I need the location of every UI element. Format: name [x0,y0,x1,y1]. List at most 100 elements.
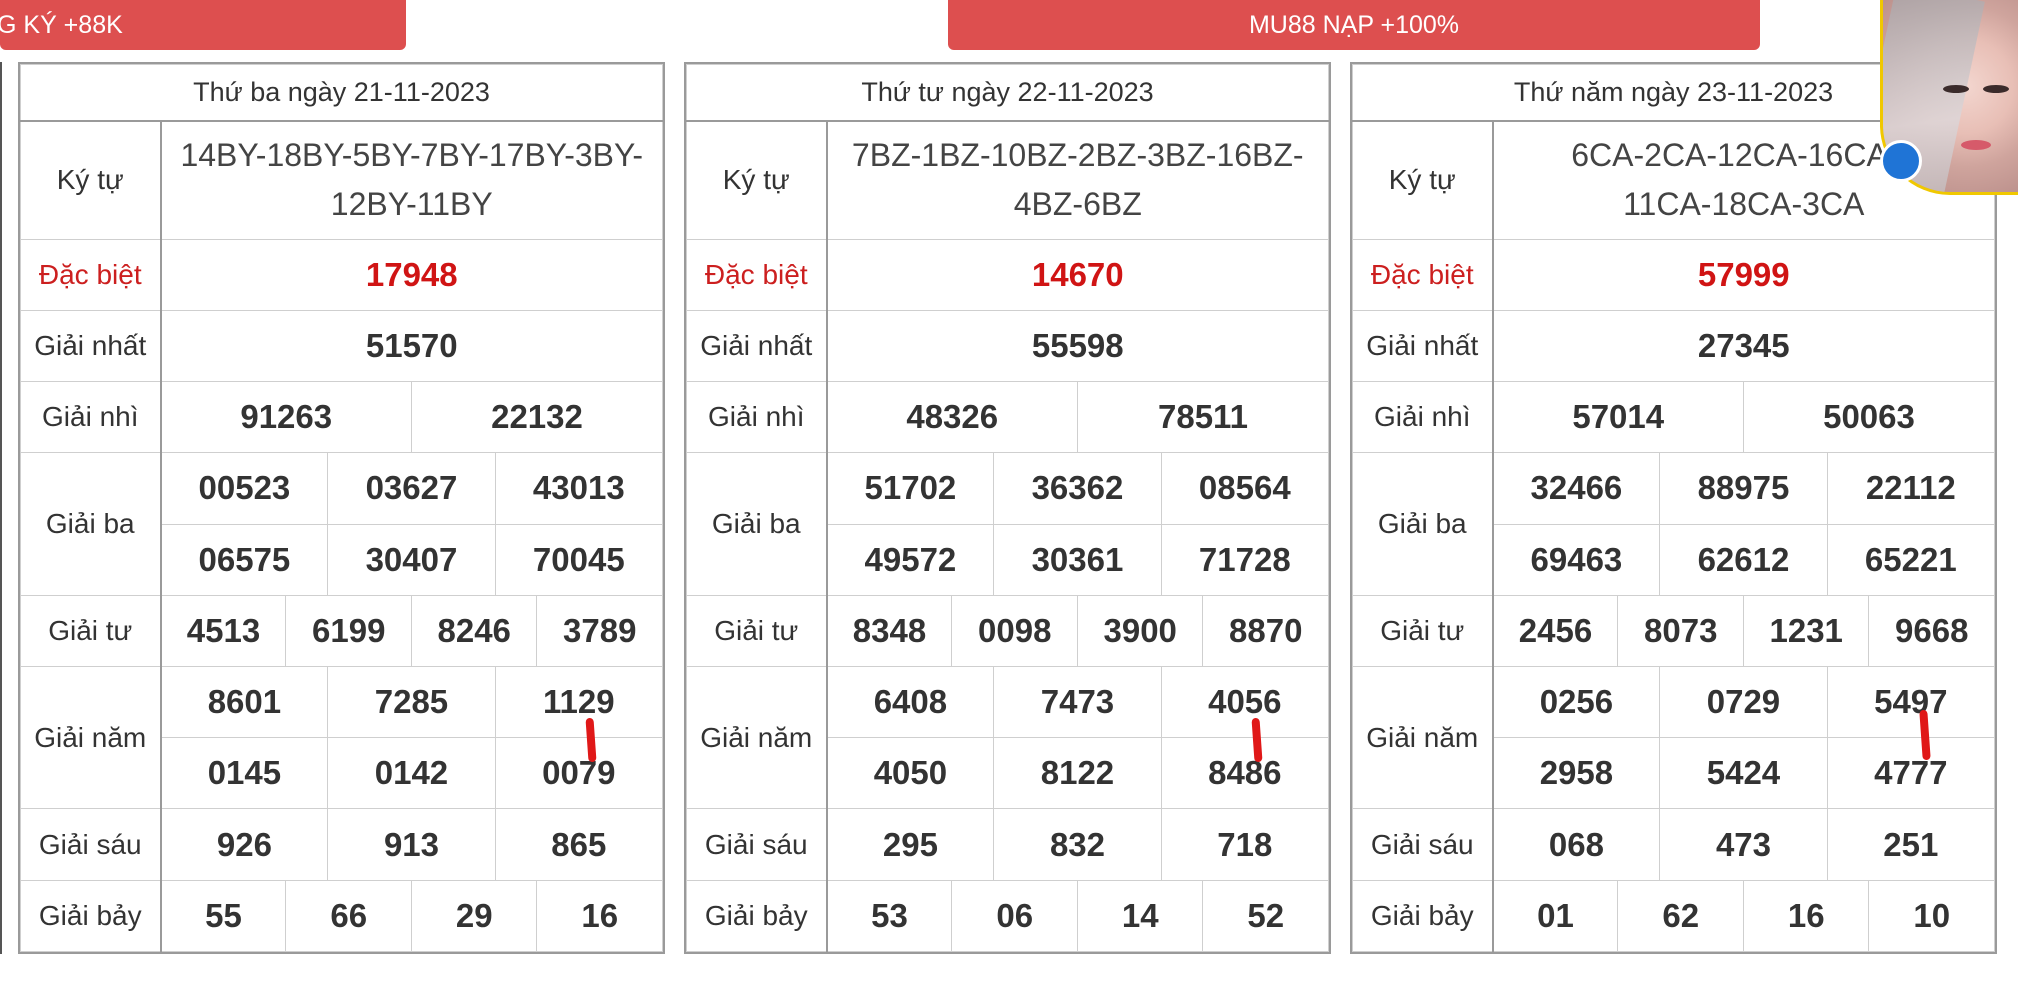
third-prize-number: 00523 [159,452,329,525]
special-prize-number: 17948 [160,238,663,311]
third-prize-number: 69463 [1491,523,1661,596]
row-label-giai-ba: Giải ba [1352,452,1494,596]
second-prize-number: 91263 [160,381,412,454]
third-prize-number: 30361 [993,523,1162,596]
row-label-giai-sau: Giải sáu [686,808,828,881]
seventh-prize-number: 16 [536,879,663,953]
fifth-prize-number: 7285 [327,665,496,739]
seventh-prize-number: 10 [1868,879,1995,953]
seventh-prize-number: 53 [825,879,953,953]
fifth-prize-number: 5497 [1826,665,1996,739]
fifth-prize-number: 8122 [993,737,1162,810]
third-prize-number: 06575 [159,523,329,596]
row-label-giai-tu: Giải tư [1352,594,1494,667]
result-table-2: Thứ tư ngày 22-11-2023 Ký tự 7BZ-1BZ-10BZ-… [684,62,1331,954]
draw-date: Thứ ba ngày 21-11-2023 [20,64,663,123]
ticket-code: 14BY-18BY-5BY-7BY-17BY-3BY- 12BY-11BY [160,120,663,240]
promo-banner-right[interactable]: MU88 NẠP +100% [948,0,1760,50]
seventh-prize-number: 14 [1076,879,1204,953]
avatar-eye [1943,85,1969,93]
row-label-giai-nam: Giải năm [20,665,162,810]
fourth-prize-number: 0098 [951,594,1078,667]
row-label-dac-biet: Đặc biệt [20,238,162,311]
row-label-giai-nhat: Giải nhất [1352,309,1494,383]
third-prize-number: 36362 [993,452,1162,525]
seventh-prize-number: 62 [1617,879,1744,953]
sixth-prize-number: 295 [825,808,995,881]
row-label-giai-bay: Giải bảy [20,879,162,953]
fifth-prize-number: 0145 [159,737,329,810]
sixth-prize-number: 832 [993,808,1162,881]
fifth-prize-number: 5424 [1659,737,1828,810]
row-label-ky-tu: Ký tự [20,120,162,240]
ticket-code-line-2: 4BZ-6BZ [1013,186,1142,223]
fifth-prize-number: 8486 [1160,737,1330,810]
special-prize-number: 14670 [826,238,1329,311]
row-label-dac-biet: Đặc biệt [686,238,828,311]
sixth-prize-number: 926 [159,808,329,881]
row-label-giai-nhat: Giải nhất [20,309,162,383]
fourth-prize-number: 8073 [1617,594,1744,667]
ticket-code-line-2: 12BY-11BY [330,186,493,223]
second-prize-number: 48326 [826,381,1078,454]
seventh-prize-number: 55 [159,879,287,953]
avatar-eye [1983,85,2009,93]
first-prize-number: 51570 [160,309,663,383]
first-prize-number: 27345 [1492,309,1995,383]
fifth-prize-number: 0729 [1659,665,1828,739]
third-prize-number: 70045 [494,523,664,596]
fifth-prize-number: 4777 [1826,737,1996,810]
promo-banner-right-text: MU88 NẠP +100% [1248,10,1460,39]
fourth-prize-number: 8348 [825,594,953,667]
third-prize-number: 22112 [1826,452,1996,525]
result-table-3: Thứ năm ngày 23-11-2023 Ký tự 6CA-2CA-12CA… [1350,62,1997,954]
fifth-prize-number: 4050 [825,737,995,810]
row-label-giai-sau: Giải sáu [1352,808,1494,881]
seventh-prize-number: 52 [1202,879,1329,953]
third-prize-number: 49572 [825,523,995,596]
seventh-prize-number: 16 [1742,879,1870,953]
third-prize-number: 03627 [327,452,496,525]
seventh-prize-number: 66 [285,879,412,953]
third-prize-number: 51702 [825,452,995,525]
sixth-prize-number: 865 [494,808,664,881]
third-prize-number: 65221 [1826,523,1996,596]
fourth-prize-number: 1231 [1742,594,1870,667]
row-label-ky-tu: Ký tự [1352,120,1494,240]
promo-banner-left[interactable]: G KÝ +88K [0,0,406,50]
avatar-badge-icon [1880,140,1922,182]
avatar-lip [1961,140,1991,150]
second-prize-number: 57014 [1492,381,1744,454]
third-prize-number: 32466 [1491,452,1661,525]
row-label-giai-nhi: Giải nhì [686,381,828,454]
special-prize-number: 57999 [1492,238,1995,311]
fourth-prize-number: 8246 [410,594,538,667]
left-table-edge [0,62,2,954]
third-prize-number: 08564 [1160,452,1330,525]
result-table-1: Thứ ba ngày 21-11-2023 Ký tự 14BY-18BY-5BY… [18,62,665,954]
row-label-giai-nam: Giải năm [686,665,828,810]
fourth-prize-number: 6199 [285,594,412,667]
ticket-code-line-1: 7BZ-1BZ-10BZ-2BZ-3BZ-16BZ- [851,137,1304,174]
seventh-prize-number: 06 [951,879,1078,953]
promo-banner-left-text: G KÝ +88K [0,10,123,39]
row-label-ky-tu: Ký tự [686,120,828,240]
fourth-prize-number: 8870 [1202,594,1329,667]
fifth-prize-number: 0079 [494,737,664,810]
fifth-prize-number: 8601 [159,665,329,739]
fifth-prize-number: 4056 [1160,665,1330,739]
third-prize-number: 88975 [1659,452,1828,525]
row-label-dac-biet: Đặc biệt [1352,238,1494,311]
row-label-giai-ba: Giải ba [686,452,828,596]
row-label-giai-bay: Giải bảy [1352,879,1494,953]
sixth-prize-number: 251 [1826,808,1996,881]
sixth-prize-number: 068 [1491,808,1661,881]
third-prize-number: 30407 [327,523,496,596]
sixth-prize-number: 913 [327,808,496,881]
fifth-prize-number: 0142 [327,737,496,810]
fifth-prize-number: 1129 [494,665,664,739]
sixth-prize-number: 718 [1160,808,1330,881]
third-prize-number: 62612 [1659,523,1828,596]
second-prize-number: 22132 [410,381,664,454]
sixth-prize-number: 473 [1659,808,1828,881]
